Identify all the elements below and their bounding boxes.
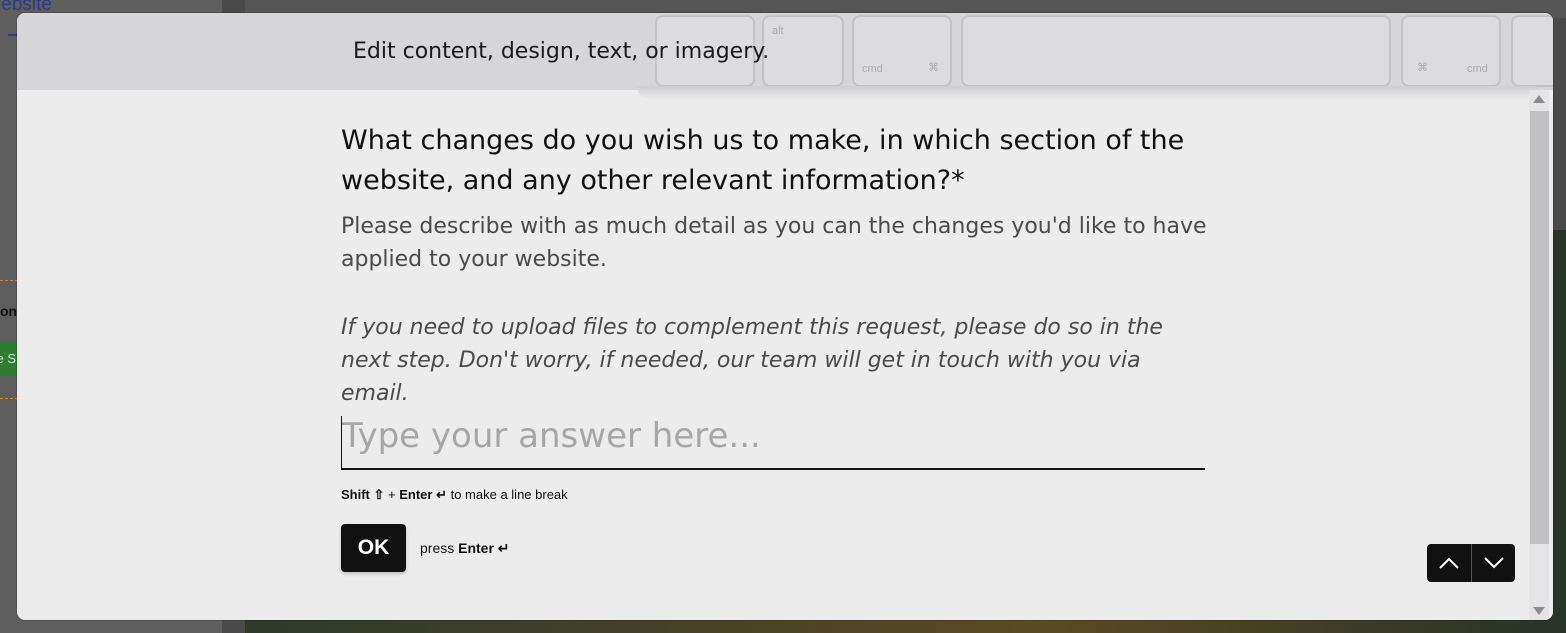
cmd-symbol-icon: ⌘ [1417, 62, 1428, 74]
question-title: What changes do you wish us to make, in … [341, 125, 1185, 196]
key-label: cmd [1467, 63, 1488, 75]
question-navigation [1427, 544, 1515, 582]
keyboard-shadow [637, 86, 1537, 100]
key-label: alt [772, 25, 784, 37]
key-label: cmd [862, 63, 883, 75]
scrollbar-thumb[interactable] [1530, 111, 1549, 544]
scroll-down-arrow-icon[interactable] [1533, 607, 1545, 615]
enter-key-label: Enter ↵ [399, 487, 447, 502]
chevron-down-icon [1483, 557, 1504, 569]
enter-key-label: Enter ↵ [458, 539, 510, 556]
previous-question-button[interactable] [1427, 544, 1471, 582]
scrollbar[interactable] [1529, 90, 1549, 620]
press-label: press [420, 539, 455, 556]
scroll-up-arrow-icon[interactable] [1533, 95, 1545, 103]
keyboard-key-image: ⌘ cmd [1401, 15, 1501, 87]
modal-header: alt cmd ⌘ ⌘ cmd Edit content, design, te… [17, 13, 1553, 90]
form-modal: alt cmd ⌘ ⌘ cmd Edit content, design, te… [17, 13, 1553, 620]
hint-text: to make a line break [450, 487, 568, 502]
question-description: Please describe with as much detail as y… [341, 214, 1207, 272]
keyboard-key-image [1511, 15, 1553, 87]
chevron-up-icon [1439, 557, 1459, 569]
keyboard-key-image: alt [762, 15, 844, 87]
shift-key-label: Shift ⇧ [341, 487, 385, 502]
keyboard-spacebar-image [961, 15, 1391, 87]
ok-button[interactable]: OK [341, 524, 406, 572]
hint-plus: + [388, 487, 396, 502]
cmd-symbol-icon: ⌘ [928, 62, 939, 74]
background-green-button: e S [0, 342, 18, 376]
background-divider [0, 280, 18, 281]
form-title: Edit content, design, text, or imagery. [353, 39, 770, 64]
question-note: If you need to upload files to complemen… [341, 315, 1163, 406]
keyboard-key-image: cmd ⌘ [852, 15, 952, 87]
submit-row: OK press Enter ↵ [341, 524, 510, 572]
background-label: on [0, 303, 18, 319]
line-break-hint: Shift ⇧ + Enter ↵ to make a line break [341, 487, 568, 503]
question-block: What changes do you wish us to make, in … [341, 121, 1209, 410]
next-question-button[interactable] [1471, 544, 1515, 582]
answer-input[interactable] [341, 416, 1205, 470]
answer-field-wrapper [341, 416, 1205, 470]
background-divider [0, 398, 18, 399]
press-enter-hint: press Enter ↵ [420, 540, 510, 557]
